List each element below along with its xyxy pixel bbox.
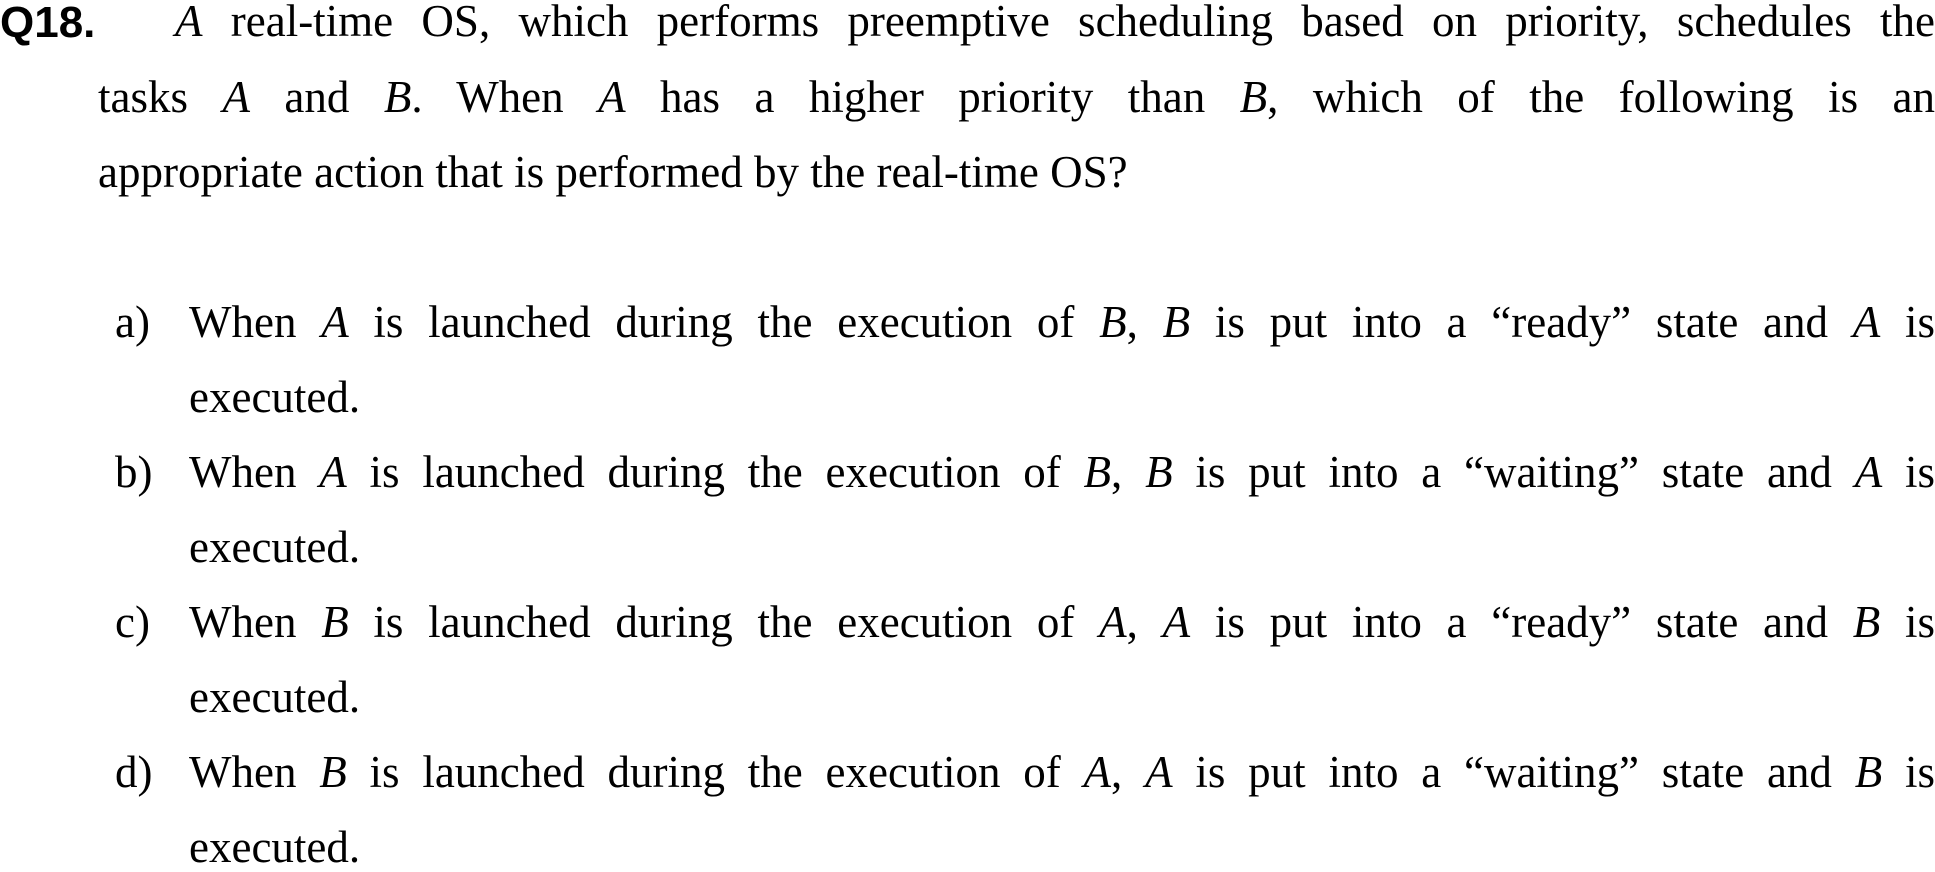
question-text-line: A real-time OS, which performs preemptiv… bbox=[175, 0, 1935, 46]
option-c-text-continued: executed. bbox=[189, 672, 361, 722]
question-page: Q18. A real-time OS, which performs pree… bbox=[0, 0, 1935, 872]
option-c-text: When B is launched during the execution … bbox=[189, 597, 1935, 647]
option-d-text: When B is launched during the execution … bbox=[189, 747, 1935, 797]
option-a-letter: a) bbox=[115, 297, 150, 347]
option-d-text-continued: executed. bbox=[189, 822, 361, 872]
option-b-text: When A is launched during the execution … bbox=[189, 447, 1935, 497]
option-a-text-continued: executed. bbox=[189, 372, 361, 422]
option-d-letter: d) bbox=[115, 747, 153, 797]
option-c-letter: c) bbox=[115, 597, 150, 647]
question-text-line: tasks A and B. When A has a higher prior… bbox=[98, 72, 1935, 122]
option-b-text-continued: executed. bbox=[189, 522, 361, 572]
question-text-line: appropriate action that is performed by … bbox=[98, 147, 1128, 197]
question-number: Q18. bbox=[0, 0, 96, 47]
option-b-letter: b) bbox=[115, 447, 153, 497]
option-a-text: When A is launched during the execution … bbox=[189, 297, 1935, 347]
